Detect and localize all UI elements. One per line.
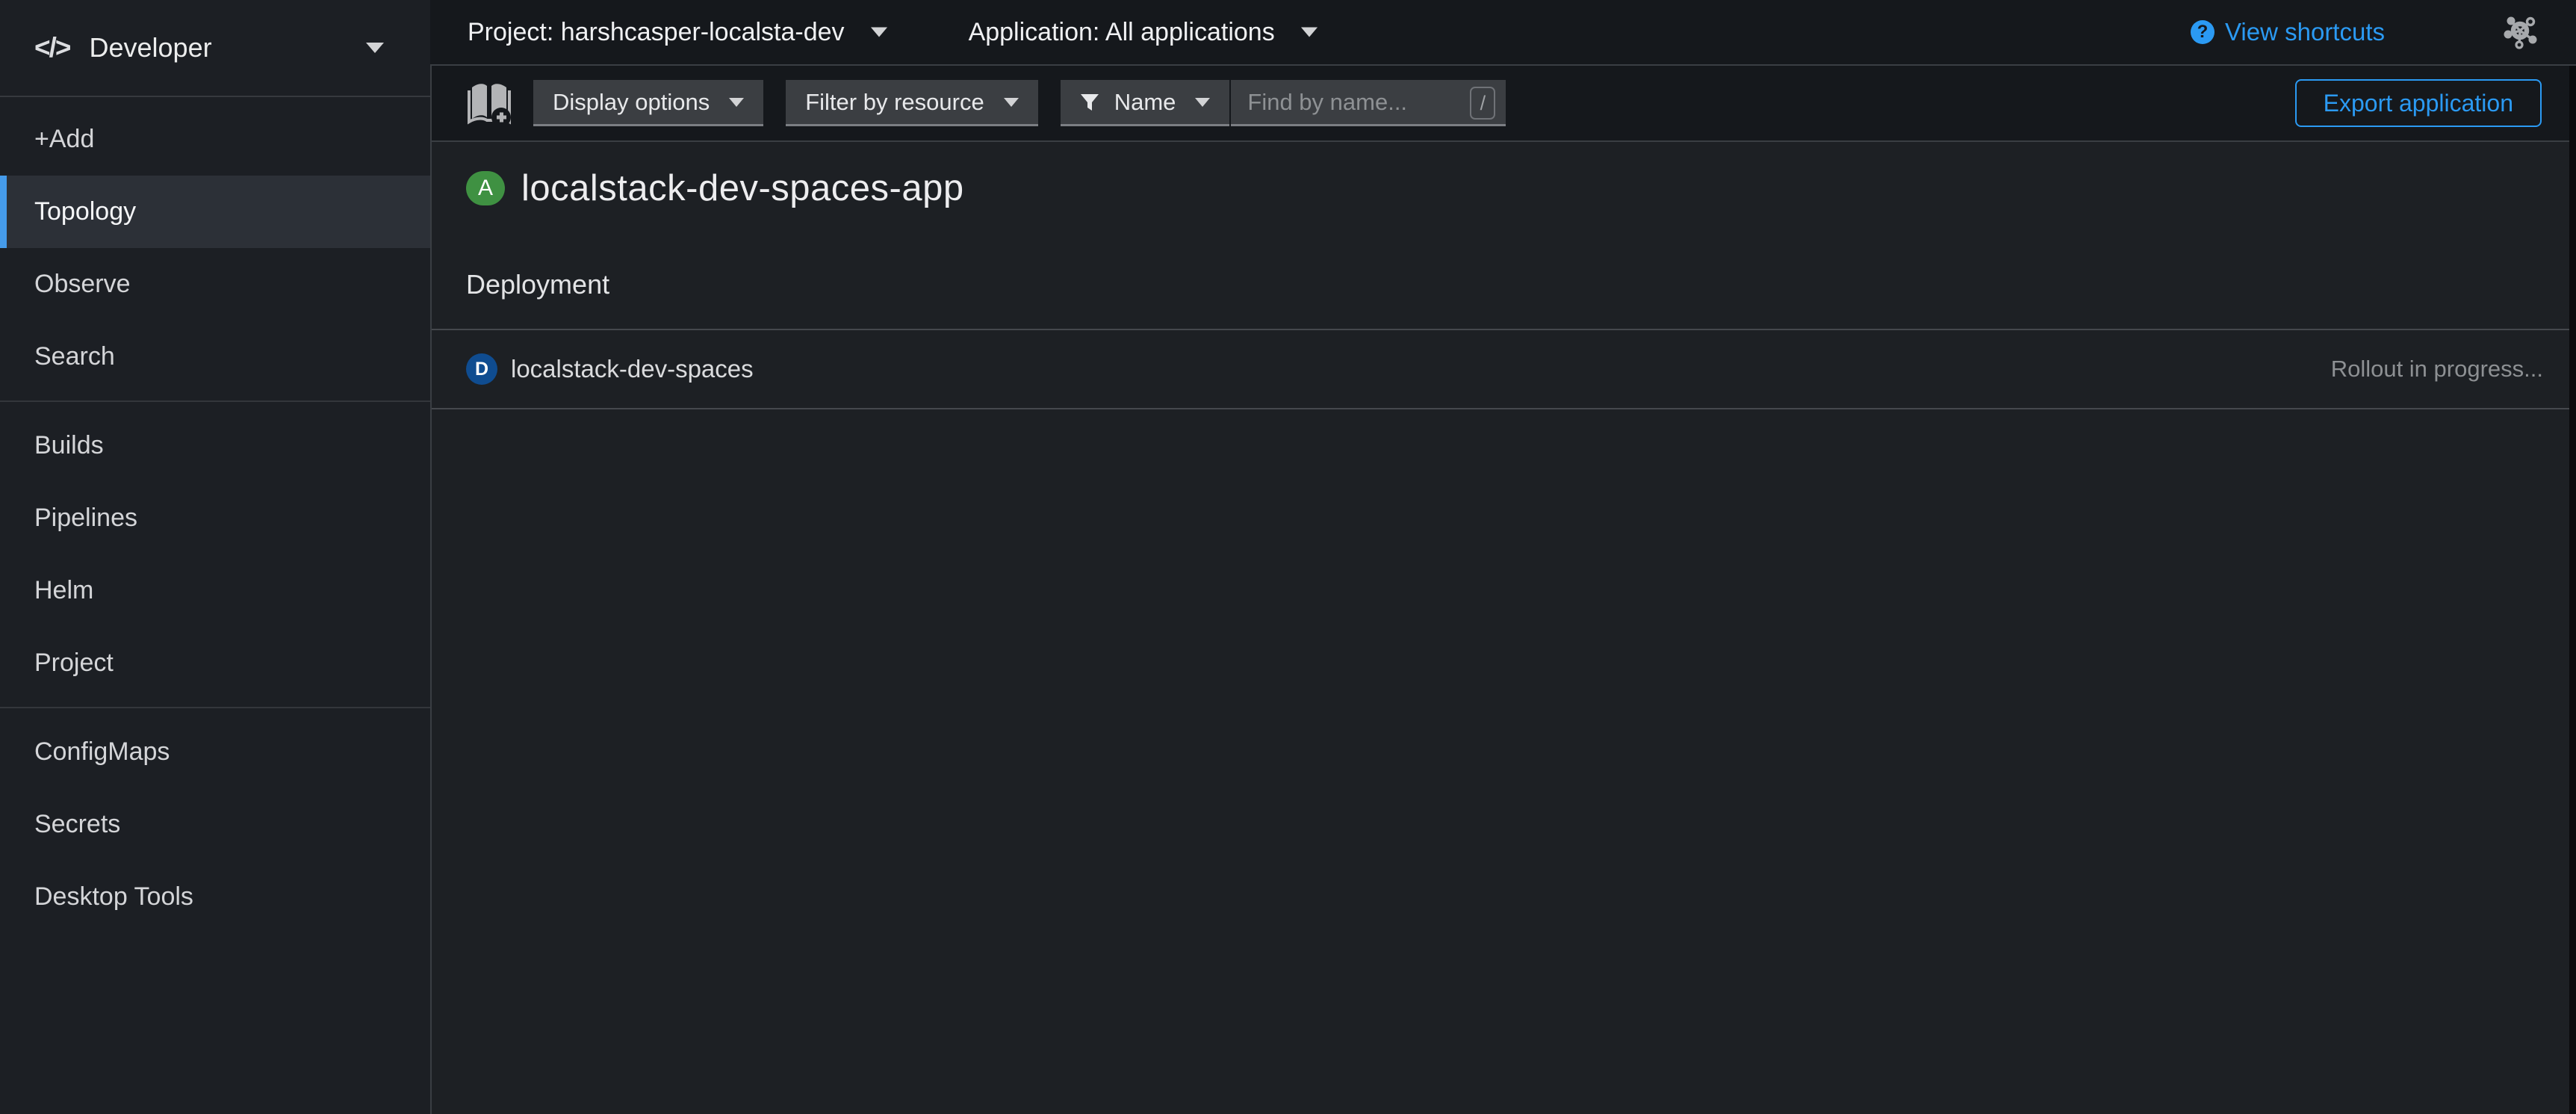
sidebar-item-builds[interactable]: Builds	[0, 409, 430, 482]
find-by-name-input[interactable]	[1231, 80, 1506, 126]
slash-key-hint: /	[1470, 87, 1495, 120]
application-group-header: A localstack-dev-spaces-app	[466, 167, 2576, 209]
sidebar-item-desktop-tools[interactable]: Desktop Tools	[0, 861, 430, 933]
display-options-dropdown[interactable]: Display options	[533, 80, 763, 126]
chevron-down-icon	[871, 28, 887, 37]
developer-code-icon: </>	[34, 32, 70, 64]
sidebar-item-secrets[interactable]: Secrets	[0, 788, 430, 861]
chevron-down-icon	[366, 43, 384, 53]
nav-divider	[0, 400, 430, 402]
chevron-down-icon	[1301, 28, 1318, 37]
perspective-switcher[interactable]: </> Developer	[0, 0, 430, 97]
topology-list-view: A localstack-dev-spaces-app Deployment D…	[432, 142, 2576, 1114]
sidebar-item-topology[interactable]: Topology	[0, 176, 430, 248]
sidebar-item-configmaps[interactable]: ConfigMaps	[0, 716, 430, 788]
application-selector[interactable]: Application: All applications	[969, 18, 1318, 47]
nav-divider	[0, 707, 430, 708]
rollout-status-text: Rollout in progress...	[2331, 356, 2543, 383]
question-circle-icon: ?	[2191, 20, 2215, 44]
sidebar-nav: +Add Topology Observe Search Builds Pipe…	[0, 97, 430, 933]
topology-graph-icon[interactable]	[2503, 14, 2539, 50]
filter-by-resource-label: Filter by resource	[805, 89, 984, 116]
view-shortcuts-link[interactable]: View shortcuts	[2225, 18, 2385, 46]
filter-type-dropdown[interactable]: Name	[1061, 80, 1230, 126]
chevron-down-icon	[729, 98, 744, 107]
sidebar-item-add[interactable]: +Add	[0, 103, 430, 176]
sidebar-item-pipelines[interactable]: Pipelines	[0, 482, 430, 554]
chevron-down-icon	[1195, 98, 1210, 107]
sidebar-item-helm[interactable]: Helm	[0, 554, 430, 627]
perspective-label: Developer	[90, 32, 212, 64]
deployment-badge: D	[466, 353, 497, 385]
sidebar-item-project[interactable]: Project	[0, 627, 430, 699]
sidebar: </> Developer +Add Topology Observe Sear…	[0, 0, 430, 1114]
deployment-row-localstack-dev-spaces[interactable]: D localstack-dev-spaces Rollout in progr…	[432, 329, 2576, 409]
application-selector-label: Application: All applications	[969, 18, 1275, 47]
sidebar-item-observe[interactable]: Observe	[0, 248, 430, 321]
resource-list: D localstack-dev-spaces Rollout in progr…	[432, 329, 2576, 409]
application-name: localstack-dev-spaces-app	[521, 167, 964, 209]
deployment-name: localstack-dev-spaces	[511, 355, 754, 383]
sidebar-item-search[interactable]: Search	[0, 321, 430, 393]
open-book-plus-icon[interactable]	[466, 78, 512, 128]
context-bar: Project: harshcasper-localsta-dev Applic…	[430, 0, 2576, 66]
topology-toolbar: Display options Filter by resource Name …	[432, 66, 2576, 142]
filter-by-resource-dropdown[interactable]: Filter by resource	[786, 80, 1037, 126]
project-selector-label: Project: harshcasper-localsta-dev	[468, 18, 845, 47]
application-badge: A	[466, 171, 505, 205]
chevron-down-icon	[1004, 98, 1019, 107]
filter-type-label: Name	[1114, 89, 1176, 116]
display-options-label: Display options	[553, 89, 710, 116]
deployment-section-heading: Deployment	[466, 269, 2576, 300]
sidebar-content-divider	[430, 66, 432, 1114]
project-selector[interactable]: Project: harshcasper-localsta-dev	[468, 18, 888, 47]
filter-funnel-icon	[1080, 93, 1099, 112]
export-application-button[interactable]: Export application	[2295, 79, 2542, 127]
scrollbar-track[interactable]	[2569, 66, 2576, 1114]
